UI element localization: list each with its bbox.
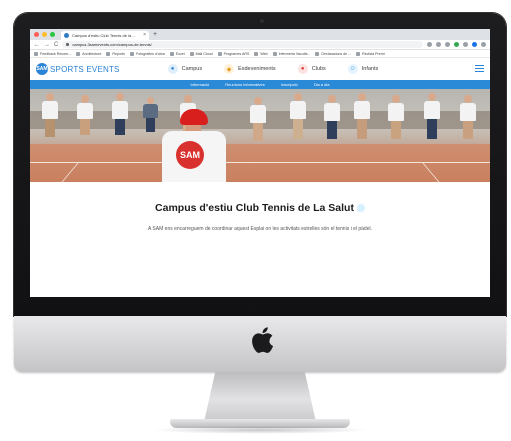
nav-item-clubs[interactable]: ● Clubs: [297, 64, 326, 74]
event-icon: ◆: [224, 64, 235, 74]
subnav-dia-a-dia[interactable]: Dia a dia: [314, 82, 330, 87]
reload-button[interactable]: C: [54, 42, 58, 48]
folder-icon: [76, 51, 81, 56]
site-logo[interactable]: SAM SPORTS EVENTS: [36, 63, 120, 75]
browser-tab[interactable]: Campus d'estiu Club Tennis de la ... ×: [61, 31, 149, 40]
bookmark-item[interactable]: Reports: [106, 51, 125, 56]
bookmark-item[interactable]: Mail Cloud: [189, 51, 213, 56]
bookmark-item[interactable]: Revista Premi: [356, 51, 385, 56]
tab-title: Campus d'estiu Club Tennis de la ...: [72, 33, 136, 38]
subnav-inscripcio[interactable]: Inscripció: [281, 82, 298, 87]
bookmark-icon: [272, 51, 277, 56]
kebab-menu-icon[interactable]: [481, 42, 486, 47]
bookmark-item[interactable]: Feedback Recom...: [34, 51, 71, 56]
maximize-window-button[interactable]: [50, 32, 55, 37]
main-content: Campus d'estiu Club Tennis de La Salut A…: [30, 182, 490, 288]
club-icon: ●: [297, 64, 308, 74]
bookmark-item[interactable]: Fotografies d'obra: [129, 51, 165, 56]
nav-label: Clubs: [311, 66, 326, 72]
logo-text: SPORTS EVENTS: [50, 64, 120, 74]
url-input[interactable]: campus.3samevents.com/campus-de-tennis/: [62, 41, 423, 48]
forward-button[interactable]: →: [44, 42, 50, 48]
folder-icon: [217, 51, 222, 56]
floor-shadow: [150, 426, 370, 434]
favicon-icon: [64, 33, 69, 38]
extension-icons: [427, 42, 486, 47]
bookmark-item[interactable]: Declaracions de ...: [315, 51, 351, 56]
nav-item-campus[interactable]: ● Campus: [167, 64, 203, 74]
new-tab-button[interactable]: +: [153, 31, 157, 38]
url-text: campus.3samevents.com/campus-de-tennis/: [72, 42, 152, 47]
hamburger-menu-icon[interactable]: [475, 65, 484, 72]
extension-icon[interactable]: [463, 42, 468, 47]
red-cap: [180, 109, 208, 125]
page-description: A SAM ens encarreguem de coordinar aques…: [147, 226, 372, 232]
folder-icon: [106, 51, 111, 56]
star-icon[interactable]: [436, 42, 441, 47]
extension-icon[interactable]: [427, 42, 432, 47]
imac-mockup: Campus d'estiu Club Tennis de la ... × +…: [0, 0, 511, 441]
bookmark-item[interactable]: Web: [254, 51, 268, 56]
nav-item-infants[interactable]: ☺ Infants: [347, 64, 379, 74]
folder-icon: [254, 51, 259, 56]
tennis-ball-icon: [356, 204, 365, 212]
close-window-button[interactable]: [34, 32, 39, 37]
subnav-informacio[interactable]: Informació: [191, 82, 210, 87]
browser-tab-bar: Campus d'estiu Club Tennis de la ... × +: [30, 29, 490, 40]
site-header: SAM SPORTS EVENTS ● Campus ◆ Esdevenimen…: [30, 58, 490, 80]
nav-label: Campus: [181, 66, 203, 72]
bookmark-item[interactable]: Programes ARS: [217, 51, 249, 56]
sub-nav: Informació Reunions informatives Inscrip…: [30, 80, 490, 89]
kids-icon: ☺: [347, 64, 358, 74]
nav-item-esdeveniments[interactable]: ◆ Esdeveniments: [224, 64, 276, 74]
bookmark-item[interactable]: Infermeria Vacuits...: [272, 51, 310, 56]
apple-logo-icon: [252, 327, 274, 353]
extension-icon[interactable]: [445, 42, 450, 47]
hero-image: SAM: [30, 89, 490, 182]
sam-shirt-logo: SAM: [176, 141, 204, 169]
nav-label: Esdeveniments: [238, 66, 276, 72]
bookmark-icon: [315, 51, 320, 56]
tennis-court: [30, 144, 490, 182]
folder-icon: [129, 51, 134, 56]
extension-icon[interactable]: [454, 42, 459, 47]
address-bar: ← → C campus.3samevents.com/campus-de-te…: [30, 40, 490, 50]
bookmark-icon: [356, 51, 361, 56]
profile-avatar[interactable]: [472, 42, 477, 47]
subnav-reunions[interactable]: Reunions informatives: [225, 82, 265, 87]
logo-mark: SAM: [36, 63, 48, 75]
imac-stand: [204, 372, 316, 422]
folder-icon: [189, 51, 194, 56]
main-nav: ● Campus ◆ Esdeveniments ● Clubs ☺ Infan…: [167, 64, 379, 74]
nav-label: Infants: [361, 66, 379, 72]
folder-icon: [169, 51, 174, 56]
bookmarks-bar: Feedback Recom... Architecture Reports F…: [30, 50, 490, 58]
tab-close-icon[interactable]: ×: [143, 33, 146, 38]
window-controls: [34, 32, 55, 37]
child-with-red-cap: SAM: [158, 109, 230, 182]
bookmark-item[interactable]: Architecture: [76, 51, 101, 56]
minimize-window-button[interactable]: [42, 32, 47, 37]
tennis-ball-icon: ●: [167, 64, 178, 74]
page-title: Campus d'estiu Club Tennis de La Salut: [155, 202, 365, 214]
camera: [260, 19, 264, 23]
bookmark-icon: [34, 51, 38, 56]
back-button[interactable]: ←: [34, 42, 40, 48]
lock-icon: [66, 43, 70, 46]
browser-screen: Campus d'estiu Club Tennis de la ... × +…: [30, 29, 490, 297]
bookmark-item[interactable]: Excel: [169, 51, 185, 56]
